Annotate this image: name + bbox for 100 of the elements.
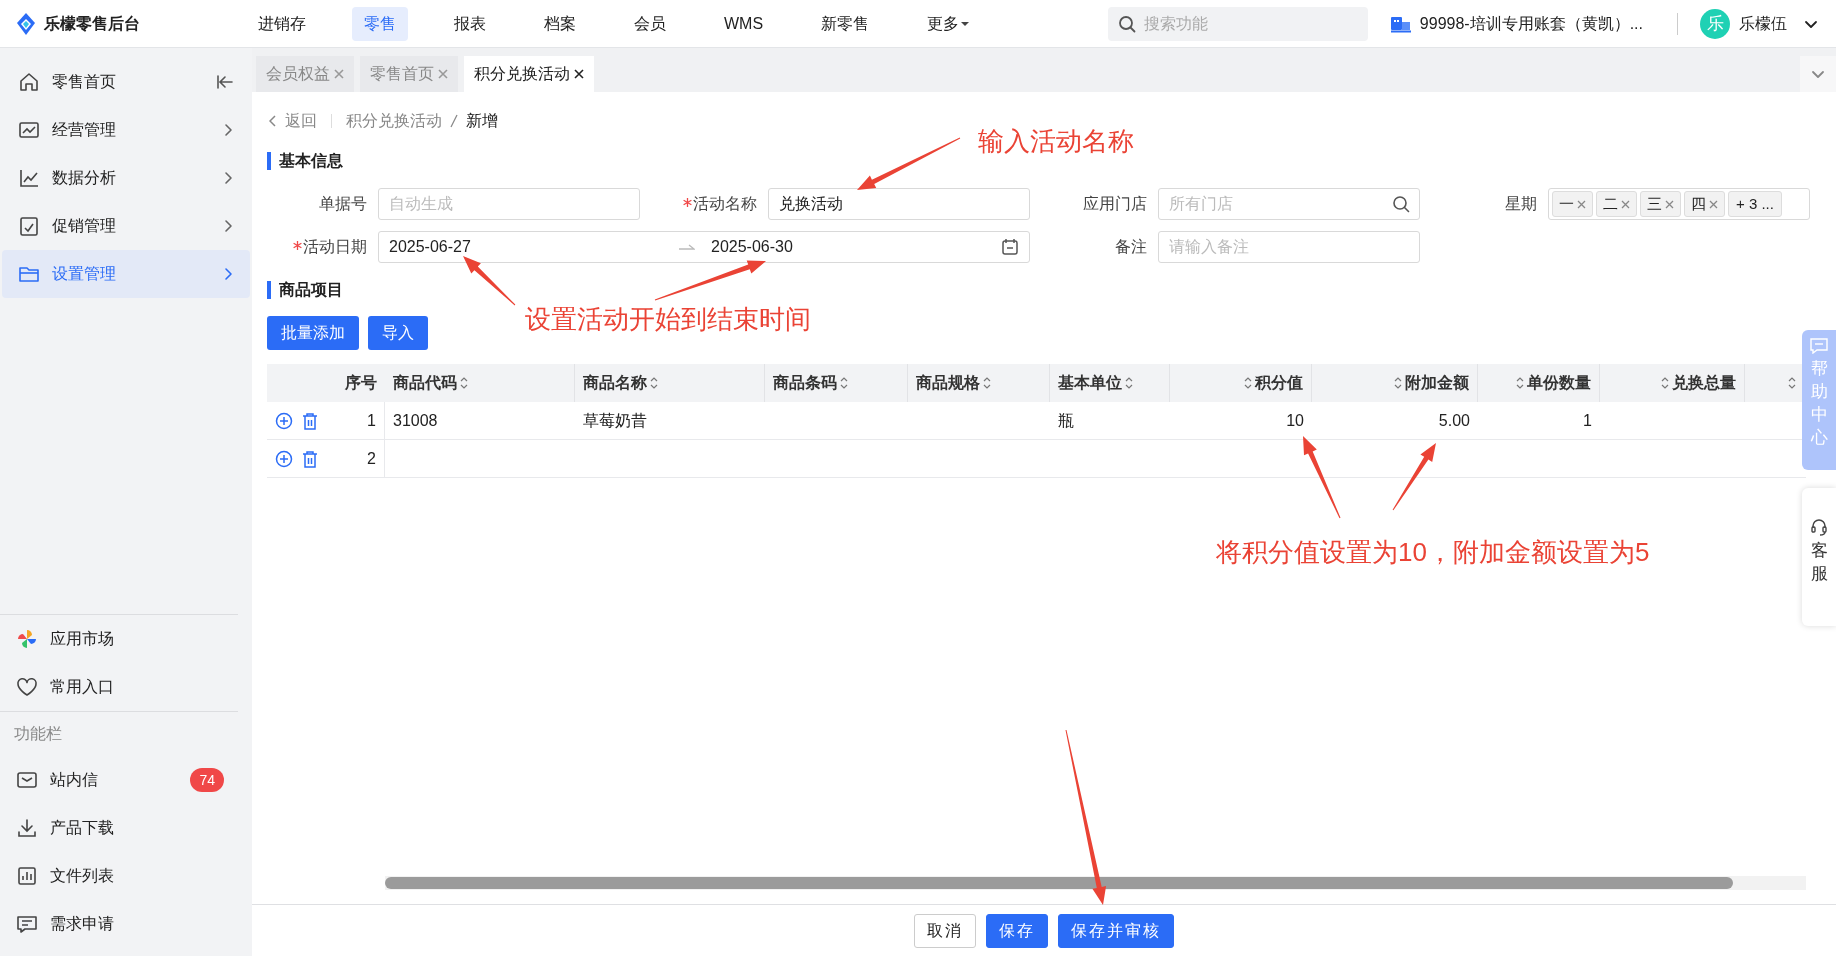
close-icon <box>1577 199 1586 209</box>
sidebar-item[interactable]: 经营管理 <box>2 106 250 154</box>
sidebar-item[interactable]: 零售首页 <box>2 58 250 106</box>
field-label: 活动名称 <box>683 192 757 216</box>
more-tag: + 3 ... <box>1728 191 1782 217</box>
mail-icon <box>16 769 38 791</box>
user-name[interactable]: 乐檬伍 <box>1739 11 1787 36</box>
section-title: 商品项目 <box>279 280 343 300</box>
section-title: 基本信息 <box>279 151 343 171</box>
logo-icon <box>16 11 36 36</box>
nav-tab[interactable]: 档案 <box>532 6 588 41</box>
sidebar-item[interactable]: 站内信 74 <box>0 756 252 804</box>
sidebar-item[interactable]: 常用入口 <box>0 663 252 711</box>
section-label: 功能栏 <box>13 724 63 744</box>
search-icon <box>1392 195 1410 213</box>
chevron-left-icon <box>269 115 277 127</box>
trash-icon[interactable] <box>302 411 318 430</box>
footer-button[interactable]: 保存 <box>986 913 1048 948</box>
help-center-label: 帮助中心 <box>1810 358 1828 449</box>
weekday-tag[interactable]: 四 <box>1684 191 1725 217</box>
sort-icon <box>1516 376 1524 390</box>
required-icon <box>683 197 692 207</box>
nav-tab[interactable]: 会员 <box>622 6 678 41</box>
input-field[interactable]: 请输入备注 <box>1158 231 1420 263</box>
add-circle-icon[interactable] <box>275 449 293 468</box>
back-link[interactable]: 返回 <box>267 109 317 133</box>
chevron-down-icon <box>1811 68 1825 80</box>
message-icon <box>16 913 38 935</box>
input-field[interactable]: 自动生成 <box>378 188 640 220</box>
weekday-tag[interactable]: 一 <box>1552 191 1593 217</box>
table-cell-text: 瓶 <box>1058 410 1074 431</box>
headset-icon <box>1810 518 1828 536</box>
breadcrumb-item: 新增 <box>466 111 498 131</box>
nav-tab[interactable]: 进销存 <box>246 6 318 41</box>
column-header[interactable]: 商品规格 <box>916 371 980 395</box>
column-header[interactable]: 附加金额 <box>1405 371 1469 395</box>
building-icon <box>1389 14 1412 33</box>
nav-tab[interactable]: WMS <box>712 6 776 41</box>
action-button[interactable]: 批量添加 <box>267 316 359 350</box>
weekday-tag[interactable]: 三 <box>1640 191 1681 217</box>
sidebar-item[interactable]: 应用市场 <box>0 615 252 663</box>
sort-icon <box>1661 376 1669 390</box>
annotation-arrow <box>1392 443 1436 511</box>
breadcrumb-item[interactable]: 积分兑换活动 <box>346 109 442 133</box>
weekday-tag[interactable]: 二 <box>1596 191 1637 217</box>
collapse-icon[interactable] <box>216 74 234 90</box>
sidebar-item[interactable]: 需求申请 <box>0 900 252 948</box>
table-cell-text: 5.00 <box>1438 410 1470 431</box>
home-icon <box>18 71 40 93</box>
scrollbar-thumb[interactable] <box>385 877 1733 889</box>
tag-select-field[interactable]: 一 二 三 四 + 3 ... <box>1548 188 1810 220</box>
chat-icon <box>1810 338 1828 354</box>
sort-icon <box>840 376 848 390</box>
clipboard-icon <box>18 215 40 237</box>
input-field[interactable]: 所有门店 <box>1158 188 1420 220</box>
search-field[interactable]: 搜索功能 <box>1107 6 1368 41</box>
table-cell-text: 草莓奶昔 <box>583 410 647 431</box>
nav-tab[interactable]: 更多 <box>915 6 982 41</box>
annotation-text: 将积分值设置为10，附加金额设置为5 <box>1216 536 1650 569</box>
trash-icon[interactable] <box>302 449 318 468</box>
table-cell-text: 1 <box>1583 410 1592 431</box>
close-icon <box>574 69 584 79</box>
page-tab[interactable]: 积分兑换活动 <box>464 56 594 92</box>
input-field[interactable]: 兑换活动 <box>768 188 1030 220</box>
slash-icon <box>450 114 458 128</box>
column-header[interactable]: 单份数量 <box>1527 371 1591 395</box>
column-header[interactable]: 序号 <box>345 371 377 395</box>
bar-chart-icon <box>16 865 38 887</box>
sidebar-item[interactable]: 产品下载 <box>0 804 252 852</box>
field-label: 星期 <box>1505 194 1537 214</box>
sort-icon <box>460 376 468 390</box>
pinwheel-icon <box>16 628 38 650</box>
sort-icon <box>650 376 658 390</box>
customer-service-button[interactable]: 客服 <box>1802 488 1836 626</box>
column-header[interactable]: 兑换总量 <box>1672 371 1736 395</box>
column-header[interactable]: 商品条码 <box>773 371 837 395</box>
sidebar-item[interactable]: 数据分析 <box>2 154 250 202</box>
sidebar-item[interactable]: 文件列表 <box>0 852 252 900</box>
column-header[interactable]: 商品代码 <box>393 371 457 395</box>
table-cell-text: 2 <box>367 448 376 469</box>
sidebar-item[interactable]: 设置管理 <box>2 250 250 298</box>
add-circle-icon[interactable] <box>275 411 293 430</box>
required-icon <box>293 240 302 250</box>
table-cell-text: 1 <box>367 410 376 431</box>
footer-button[interactable]: 保存并审核 <box>1058 913 1174 948</box>
nav-tab[interactable]: 报表 <box>442 6 498 41</box>
column-header[interactable]: 基本单位 <box>1058 371 1122 395</box>
calendar-icon <box>1001 238 1019 256</box>
tabs-dropdown-button[interactable] <box>1800 56 1836 92</box>
date-range-field[interactable]: 2025-06-27 2025-06-30 <box>378 231 1030 263</box>
action-button[interactable]: 导入 <box>368 316 428 350</box>
table-cell-text: 31008 <box>393 410 438 431</box>
sidebar-item[interactable]: 促销管理 <box>2 202 250 250</box>
column-header[interactable]: 积分值 <box>1255 371 1303 395</box>
nav-tab[interactable]: 零售 <box>352 6 408 41</box>
footer-button[interactable]: 取消 <box>914 913 976 948</box>
field-label: 备注 <box>1115 237 1147 257</box>
nav-tab[interactable]: 新零售 <box>809 6 882 41</box>
account-name[interactable]: 99998-培训专用账套（黄凯）... <box>1419 11 1643 36</box>
column-header[interactable]: 商品名称 <box>583 371 647 395</box>
